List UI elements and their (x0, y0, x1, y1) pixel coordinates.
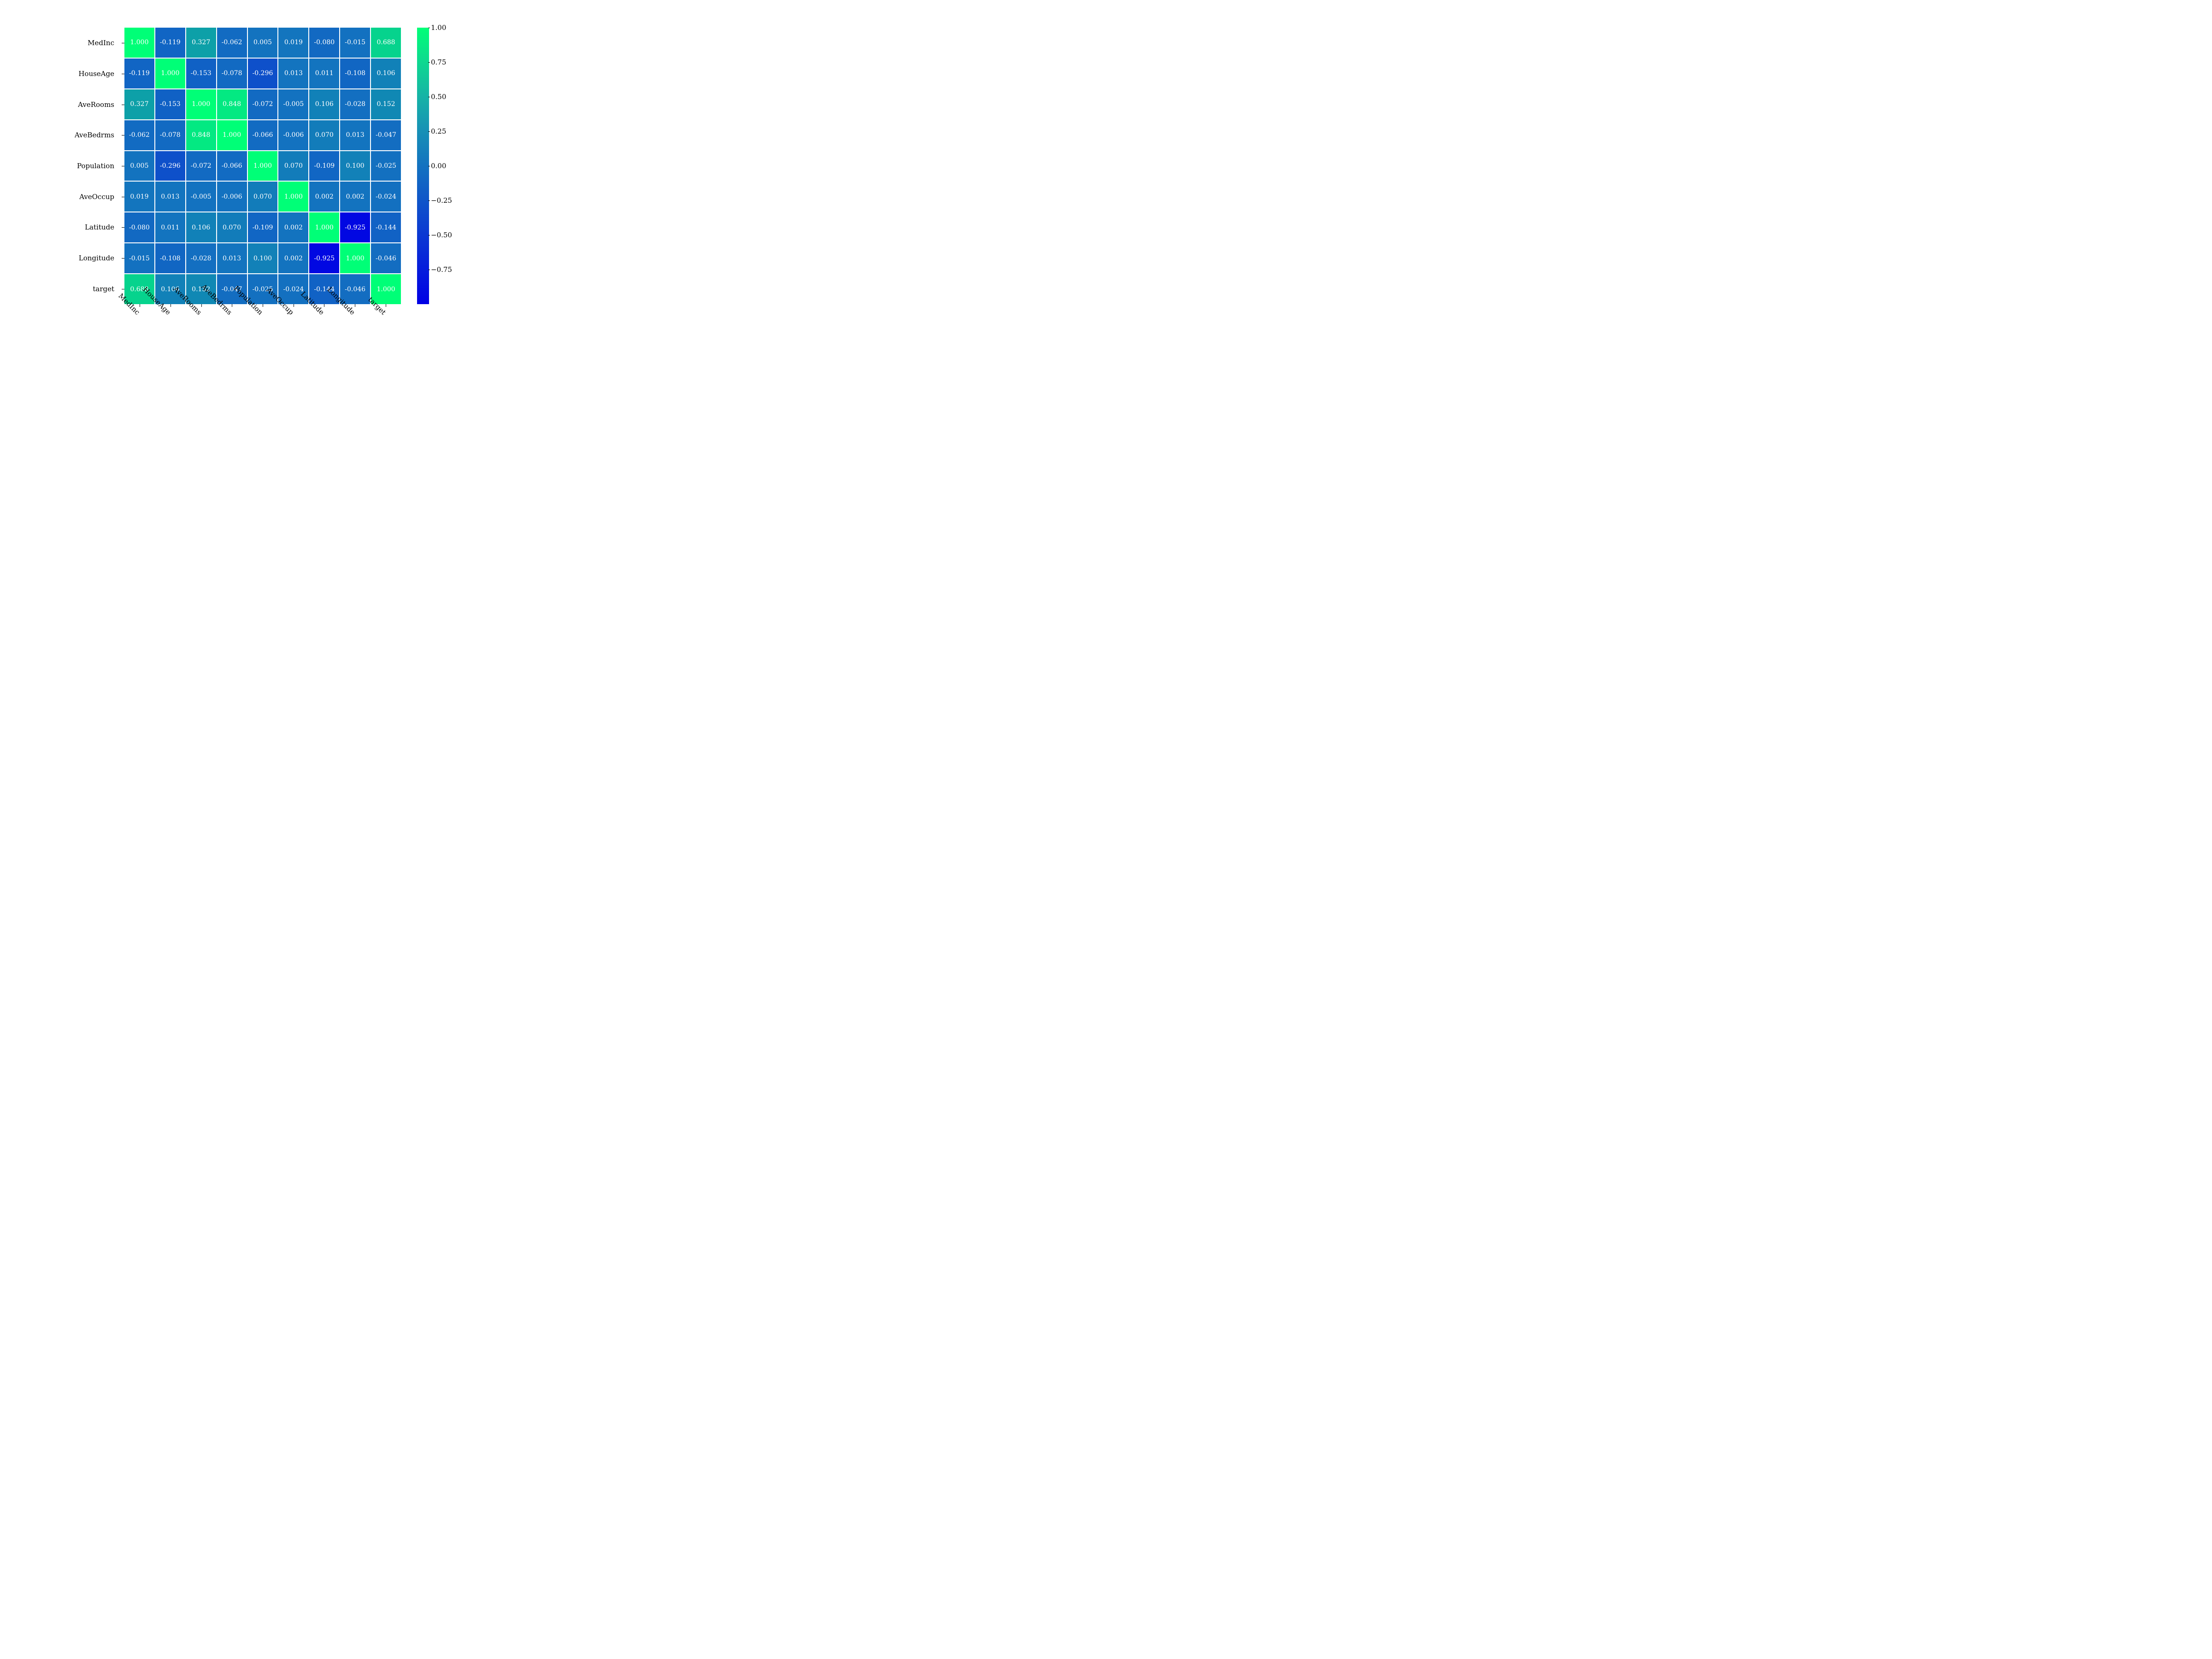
heatmap-cell: -0.080 (124, 212, 154, 242)
heatmap-cell: 0.848 (217, 89, 247, 119)
heatmap-cell: 0.002 (309, 182, 339, 212)
heatmap-cell: -0.028 (186, 243, 216, 273)
colorbar-tick-label: 0.00 (431, 162, 446, 170)
heatmap-cell: -0.078 (217, 59, 247, 88)
heatmap-cell: 0.013 (217, 243, 247, 273)
colorbar-tick-label: 0.75 (431, 58, 446, 66)
colorbar-gradient (417, 28, 429, 304)
heatmap-cell: 0.106 (186, 212, 216, 242)
heatmap-cell: 0.002 (340, 182, 370, 212)
heatmap-cell: 0.070 (309, 120, 339, 150)
heatmap-cell: -0.108 (340, 59, 370, 88)
heatmap-cell: -0.153 (186, 59, 216, 88)
heatmap-cell: 0.011 (309, 59, 339, 88)
heatmap-cell: -0.025 (371, 151, 401, 181)
y-tick-label: Latitude (85, 223, 120, 231)
heatmap-cell: 1.000 (186, 89, 216, 119)
heatmap-cell: 0.106 (309, 89, 339, 119)
heatmap-cell: -0.119 (155, 28, 185, 58)
heatmap-cell: -0.144 (371, 212, 401, 242)
heatmap-cell: 0.070 (278, 151, 308, 181)
heatmap-cell: 0.011 (155, 212, 185, 242)
heatmap-cell: -0.005 (186, 182, 216, 212)
heatmap-cell: 0.100 (248, 243, 278, 273)
y-tick-label: MedInc (88, 39, 120, 47)
heatmap-cell: -0.006 (217, 182, 247, 212)
heatmap-cell: -0.108 (155, 243, 185, 273)
colorbar-tick-label: 0.25 (431, 127, 446, 135)
heatmap-cell: -0.066 (248, 120, 278, 150)
heatmap-cell: -0.005 (278, 89, 308, 119)
heatmap-cell: 0.013 (340, 120, 370, 150)
heatmap-cell: 1.000 (155, 59, 185, 88)
heatmap-cell: -0.028 (340, 89, 370, 119)
heatmap-cell: 0.002 (278, 243, 308, 273)
heatmap-cell: 1.000 (309, 212, 339, 242)
heatmap-cell: 1.000 (248, 151, 278, 181)
heatmap-cell: 0.013 (155, 182, 185, 212)
heatmap-cell: 1.000 (217, 120, 247, 150)
heatmap-cell: -0.925 (309, 243, 339, 273)
heatmap-cell: -0.153 (155, 89, 185, 119)
heatmap-cell: -0.109 (248, 212, 278, 242)
heatmap-cell: 1.000 (340, 243, 370, 273)
colorbar: 1.000.750.500.250.00−0.25−0.50−0.75 (417, 28, 429, 304)
heatmap-cell: -0.015 (340, 28, 370, 58)
heatmap-cell: -0.046 (371, 243, 401, 273)
heatmap-cell: 0.688 (371, 28, 401, 58)
heatmap-cell: 0.019 (278, 28, 308, 58)
colorbar-tick-label: −0.75 (431, 265, 452, 274)
heatmap-cell: -0.072 (248, 89, 278, 119)
y-tick-label: AveRooms (78, 100, 120, 109)
heatmap-cell: 0.327 (124, 89, 154, 119)
heatmap-cell: 0.005 (124, 151, 154, 181)
heatmap-cell: 0.327 (186, 28, 216, 58)
y-tick-label: AveOccup (79, 193, 120, 201)
heatmap-cell: 0.013 (278, 59, 308, 88)
colorbar-tick-label: −0.50 (431, 231, 452, 239)
heatmap-cell: 0.100 (340, 151, 370, 181)
y-tick-label: HouseAge (78, 70, 120, 78)
heatmap-cell: -0.015 (124, 243, 154, 273)
heatmap-cell: 0.848 (186, 120, 216, 150)
heatmap-cell: -0.296 (248, 59, 278, 88)
heatmap-grid: 1.000-0.1190.327-0.0620.0050.019-0.080-0… (124, 28, 401, 304)
heatmap-cell: -0.072 (186, 151, 216, 181)
heatmap-cell: -0.047 (371, 120, 401, 150)
colorbar-tick-label: 1.00 (431, 24, 446, 32)
heatmap-chart: 1.000-0.1190.327-0.0620.0050.019-0.080-0… (124, 28, 401, 304)
heatmap-cell: 0.106 (371, 59, 401, 88)
heatmap-cell: -0.080 (309, 28, 339, 58)
heatmap-cell: -0.062 (217, 28, 247, 58)
x-tick-mark (201, 304, 202, 307)
heatmap-cell: 0.002 (278, 212, 308, 242)
y-tick-label: target (93, 285, 120, 293)
heatmap-cell: -0.024 (371, 182, 401, 212)
colorbar-tick-label: −0.25 (431, 196, 452, 205)
heatmap-cell: 0.070 (248, 182, 278, 212)
heatmap-cell: -0.296 (155, 151, 185, 181)
heatmap-cell: 1.000 (124, 28, 154, 58)
heatmap-cell: -0.119 (124, 59, 154, 88)
heatmap-cell: -0.066 (217, 151, 247, 181)
heatmap-cell: -0.078 (155, 120, 185, 150)
heatmap-cell: -0.006 (278, 120, 308, 150)
y-tick-label: AveBedrms (75, 131, 120, 139)
heatmap-cell: 0.070 (217, 212, 247, 242)
y-tick-label: Longitude (79, 254, 120, 262)
heatmap-cell: -0.109 (309, 151, 339, 181)
heatmap-cell: 0.019 (124, 182, 154, 212)
y-tick-label: Population (77, 162, 120, 170)
heatmap-cell: 0.152 (371, 89, 401, 119)
heatmap-cell: -0.925 (340, 212, 370, 242)
colorbar-tick-label: 0.50 (431, 93, 446, 101)
heatmap-cell: -0.062 (124, 120, 154, 150)
heatmap-cell: 0.005 (248, 28, 278, 58)
heatmap-cell: 1.000 (278, 182, 308, 212)
